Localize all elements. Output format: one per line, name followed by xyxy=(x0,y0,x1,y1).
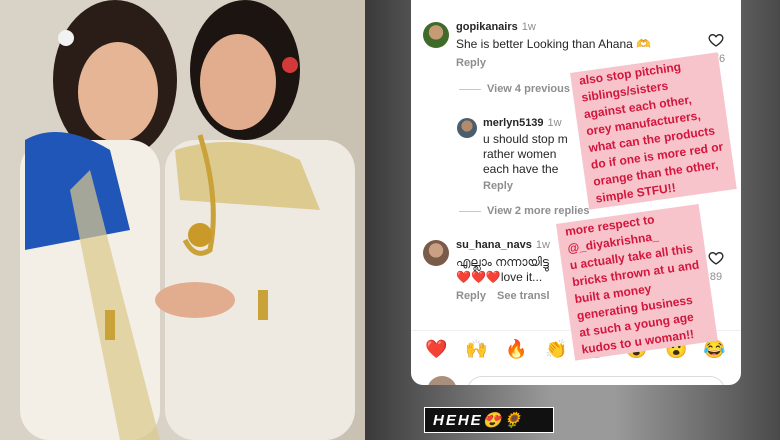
divider xyxy=(459,210,481,212)
comment-text-line: rather women xyxy=(483,147,557,161)
photo-illustration xyxy=(0,0,365,440)
emoji-raised-hands[interactable]: 🙌 xyxy=(465,339,487,360)
comment-time: 1w xyxy=(547,117,562,129)
view-more-replies[interactable]: View 2 more replies xyxy=(459,205,590,217)
comment-input[interactable] xyxy=(467,376,725,385)
comment-text-line: ❤️❤️❤️love it... xyxy=(456,270,543,284)
see-translation-button[interactable]: See transl xyxy=(497,290,550,302)
overlay-text-sticker: also stop pitching siblings/sisters agai… xyxy=(570,52,738,210)
avatar[interactable] xyxy=(423,240,449,266)
reply-button[interactable]: Reply xyxy=(456,290,486,302)
overlay-text-sticker: more respect to @_diyakrishna_ u actuall… xyxy=(556,203,718,361)
hehe-banner: HEHE😍🌻 xyxy=(424,407,554,433)
comment-text-line: each have the xyxy=(483,162,559,176)
reply-button[interactable]: Reply xyxy=(456,57,486,69)
like-heart-icon[interactable] xyxy=(708,32,724,48)
avatar[interactable] xyxy=(423,22,449,48)
comment-username[interactable]: gopikanairs 1w xyxy=(456,21,536,33)
like-heart-icon[interactable] xyxy=(708,250,724,266)
story-screen: gopikanairs 1w She is better Looking than… xyxy=(0,0,780,440)
emoji-heart[interactable]: ❤️ xyxy=(425,339,447,360)
emoji-clap[interactable]: 👏 xyxy=(545,339,567,360)
comment-time: 1w xyxy=(535,239,550,251)
comment-text-line: എല്ലാം നന്നായിട്ടു xyxy=(456,255,549,269)
reply-button[interactable]: Reply xyxy=(483,180,513,192)
comment-time: 1w xyxy=(521,21,536,33)
avatar[interactable] xyxy=(457,118,477,138)
comment-username[interactable]: su_hana_navs 1w xyxy=(456,239,550,251)
photo-two-women-saree xyxy=(0,0,365,440)
comment-text: She is better Looking than Ahana 🫶 xyxy=(456,37,652,51)
comment-username[interactable]: merlyn5139 1w xyxy=(483,117,562,129)
view-previous-replies[interactable]: View 4 previous r xyxy=(459,83,577,95)
divider xyxy=(459,88,481,90)
comment-text-line: u should stop m xyxy=(483,132,568,146)
current-user-avatar xyxy=(427,376,457,385)
emoji-fire[interactable]: 🔥 xyxy=(505,339,527,360)
